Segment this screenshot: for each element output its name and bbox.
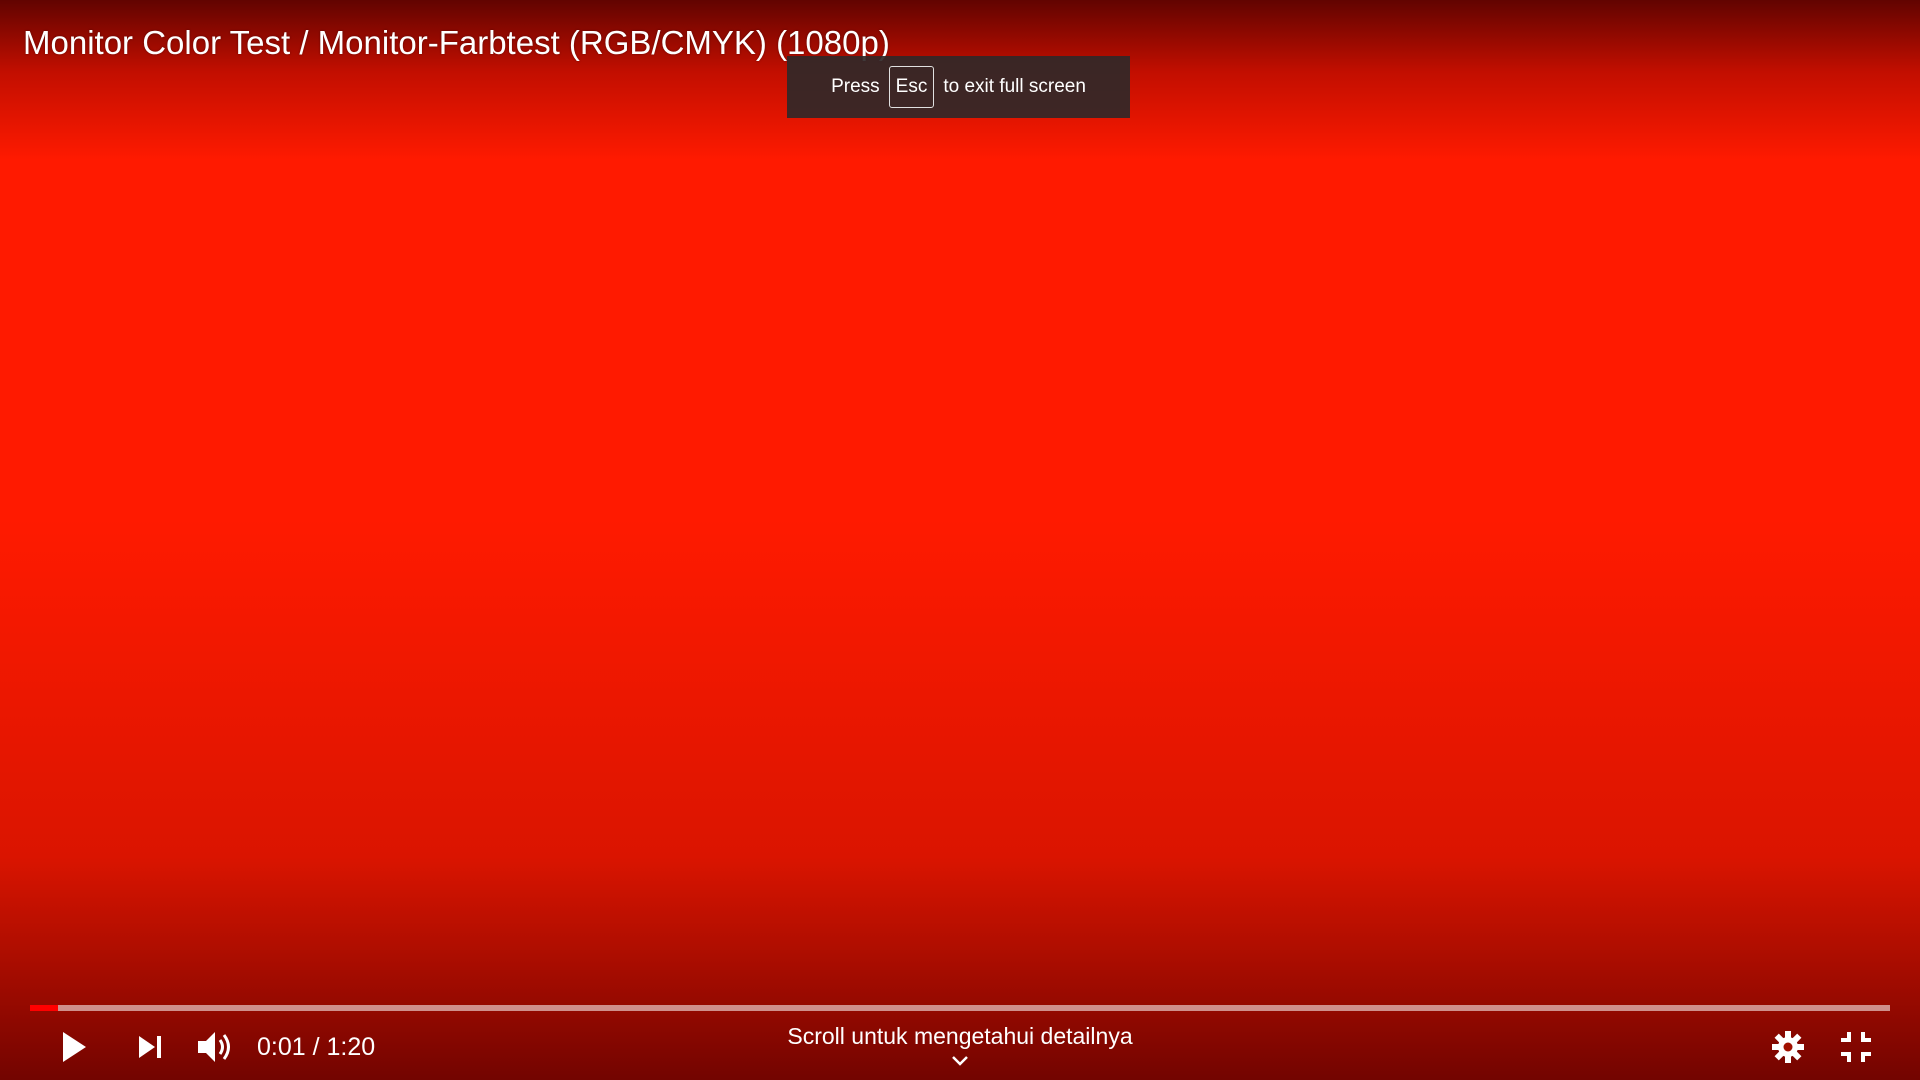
next-button[interactable] [128,1025,172,1069]
scroll-hint[interactable]: Scroll untuk mengetahui detailnya [660,1021,1260,1051]
fullscreen-toast: Press Esc to exit full screen [787,56,1130,118]
time-display: 0:01 / 1:20 [257,1025,375,1069]
exit-fullscreen-button[interactable] [1834,1025,1878,1069]
play-icon [63,1032,86,1062]
toast-suffix: to exit full screen [943,76,1086,97]
play-button[interactable] [52,1025,96,1069]
next-icon [139,1036,161,1058]
time-current: 0:01 [257,1033,306,1061]
volume-icon [198,1032,230,1062]
settings-icon [1772,1031,1804,1063]
chevron-down-icon[interactable] [950,1054,970,1068]
bottom-gradient [0,520,1920,1080]
esc-key-badge: Esc [888,66,935,108]
settings-button[interactable] [1766,1025,1810,1069]
progress-bar[interactable] [30,1005,1890,1011]
video-title[interactable]: Monitor Color Test / Monitor-Farbtest (R… [23,22,890,64]
time-total: 1:20 [326,1033,376,1061]
toast-prefix: Press [831,76,880,97]
volume-button[interactable] [194,1025,238,1069]
exit-fullscreen-icon [1841,1032,1871,1062]
progress-played [30,1005,58,1011]
time-separator: / [312,1033,320,1061]
